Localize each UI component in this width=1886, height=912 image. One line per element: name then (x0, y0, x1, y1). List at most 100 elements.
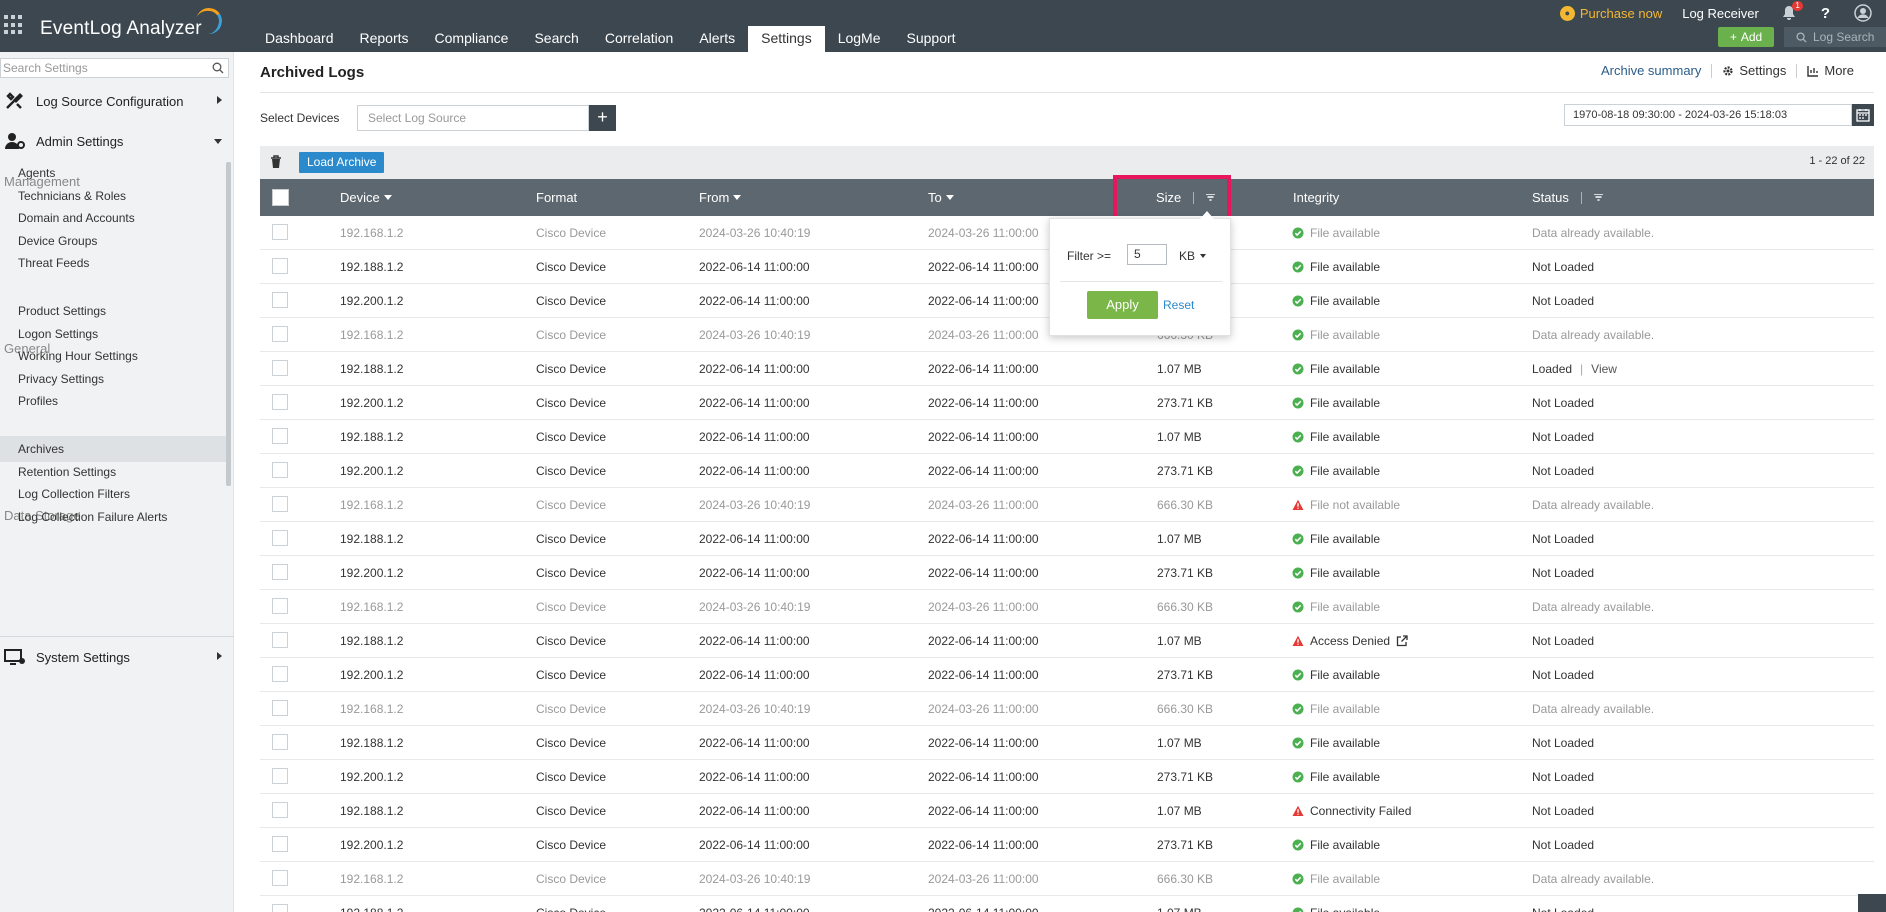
nav-tab-support[interactable]: Support (894, 26, 969, 52)
table-row[interactable]: 192.200.1.2 Cisco Device 2022-06-14 11:00:… (260, 556, 1874, 590)
system-settings-menu[interactable]: System Settings (0, 640, 234, 674)
table-row[interactable]: 192.188.1.2 Cisco Device 2022-06-14 11:00:… (260, 896, 1874, 912)
to-cell: 2022-06-14 11:00:00 (928, 735, 1039, 750)
row-checkbox[interactable] (272, 462, 288, 478)
help-button[interactable]: ? (1821, 5, 1830, 22)
search-icon (212, 62, 224, 74)
integrity-cell: File available (1292, 726, 1380, 759)
from-cell: 2022-06-14 11:00:00 (699, 896, 810, 912)
external-link-icon[interactable] (1396, 634, 1408, 647)
device-cell: 192.168.1.2 (340, 871, 404, 886)
table-row[interactable]: 192.188.1.2 Cisco Device 2022-06-14 11:00:… (260, 522, 1874, 556)
row-checkbox[interactable] (272, 530, 288, 546)
status-cell: Not Loaded (1532, 828, 1594, 861)
filter-size-input[interactable]: 5 (1127, 244, 1167, 265)
column-to[interactable]: To (928, 179, 954, 216)
nav-tab-search[interactable]: Search (521, 26, 591, 52)
nav-tab-logme[interactable]: LogMe (825, 26, 894, 52)
archive-summary-link[interactable]: Archive summary (1591, 63, 1711, 78)
sidebar-item-threat-feeds[interactable]: Threat Feeds (0, 250, 226, 276)
reset-link[interactable]: Reset (1163, 298, 1194, 312)
sidebar-item-log-collection-failure-alerts[interactable]: Log Collection Failure Alerts (0, 504, 226, 530)
add-log-source-button[interactable]: + (589, 105, 616, 131)
table-row[interactable]: 192.188.1.2 Cisco Device 2022-06-14 11:00:… (260, 726, 1874, 760)
nav-tab-reports[interactable]: Reports (347, 26, 422, 52)
row-checkbox[interactable] (272, 904, 288, 912)
date-range-picker[interactable]: 1970-08-18 09:30:00 - 2024-03-26 15:18:0… (1564, 104, 1852, 126)
delete-icon[interactable] (270, 155, 282, 169)
check-circle-icon (1292, 907, 1304, 912)
nav-tab-correlation[interactable]: Correlation (592, 26, 686, 52)
row-checkbox[interactable] (272, 598, 288, 614)
sidebar-item-profiles[interactable]: Profiles (0, 388, 226, 414)
status-cell: Not Loaded (1532, 760, 1594, 793)
table-row[interactable]: 192.168.1.2 Cisco Device 2024-03-26 10:40:… (260, 692, 1874, 726)
row-checkbox[interactable] (272, 564, 288, 580)
table-row[interactable]: 192.188.1.2 Cisco Device 2022-06-14 11:00:… (260, 624, 1874, 658)
status-cell: Not Loaded (1532, 522, 1594, 555)
check-circle-icon (1292, 601, 1304, 612)
row-checkbox[interactable] (272, 258, 288, 274)
table-row[interactable]: 192.188.1.2 Cisco Device 2022-06-14 11:00:… (260, 794, 1874, 828)
column-device[interactable]: Device (340, 179, 392, 216)
table-row[interactable]: 192.200.1.2 Cisco Device 2022-06-14 11:00:… (260, 658, 1874, 692)
more-menu[interactable]: More (1797, 63, 1864, 78)
view-link[interactable]: View (1591, 362, 1617, 376)
status-text: Loaded (1532, 361, 1573, 376)
nav-tab-dashboard[interactable]: Dashboard (252, 26, 347, 52)
row-checkbox[interactable] (272, 870, 288, 886)
column-integrity: Integrity (1293, 179, 1339, 216)
sidebar-scrollbar[interactable] (226, 162, 231, 486)
row-checkbox[interactable] (272, 428, 288, 444)
nav-tab-compliance[interactable]: Compliance (422, 26, 522, 52)
row-checkbox[interactable] (272, 836, 288, 852)
table-row[interactable]: 192.200.1.2 Cisco Device 2022-06-14 11:00:… (260, 386, 1874, 420)
row-checkbox[interactable] (272, 326, 288, 342)
apply-button[interactable]: Apply (1087, 291, 1158, 319)
column-from[interactable]: From (699, 179, 742, 216)
table-row[interactable]: 192.168.1.2 Cisco Device 2024-03-26 10:40:… (260, 862, 1874, 896)
device-cell: 192.168.1.2 (340, 327, 404, 342)
calendar-button[interactable] (1852, 104, 1874, 126)
select-all-checkbox[interactable] (272, 189, 289, 206)
log-receiver-link[interactable]: Log Receiver (1682, 6, 1759, 21)
table-row[interactable]: 192.168.1.2 Cisco Device 2024-03-26 10:40:… (260, 488, 1874, 522)
app-grid-icon[interactable] (4, 15, 24, 35)
filter-icon[interactable] (1593, 193, 1603, 202)
row-checkbox[interactable] (272, 394, 288, 410)
table-row[interactable]: 192.200.1.2 Cisco Device 2022-06-14 11:00:… (260, 454, 1874, 488)
nav-tab-alerts[interactable]: Alerts (686, 26, 748, 52)
settings-link[interactable]: Settings (1712, 63, 1796, 78)
purchase-now-link[interactable]: ● Purchase now (1559, 5, 1662, 21)
log-search-button[interactable]: Log Search (1784, 27, 1886, 47)
row-checkbox[interactable] (272, 700, 288, 716)
chat-icon[interactable] (1858, 894, 1886, 912)
row-checkbox[interactable] (272, 632, 288, 648)
table-row[interactable]: 192.168.1.2 Cisco Device 2024-03-26 10:40:… (260, 590, 1874, 624)
filter-unit-dropdown[interactable]: KB (1179, 249, 1207, 263)
row-checkbox[interactable] (272, 666, 288, 682)
log-source-configuration-menu[interactable]: Log Source Configuration (0, 84, 234, 118)
from-cell: 2022-06-14 11:00:00 (699, 667, 810, 682)
row-checkbox[interactable] (272, 734, 288, 750)
add-button[interactable]: + Add (1718, 27, 1774, 47)
row-checkbox[interactable] (272, 768, 288, 784)
admin-settings-menu[interactable]: Admin Settings (0, 124, 234, 158)
row-checkbox[interactable] (272, 360, 288, 376)
row-checkbox[interactable] (272, 496, 288, 512)
table-row[interactable]: 192.188.1.2 Cisco Device 2022-06-14 11:00:… (260, 352, 1874, 386)
integrity-cell: File available (1292, 658, 1380, 691)
load-archive-button[interactable]: Load Archive (299, 152, 385, 173)
table-row[interactable]: 192.188.1.2 Cisco Device 2022-06-14 11:00:… (260, 420, 1874, 454)
select-log-source-input[interactable]: Select Log Source (357, 105, 589, 131)
row-checkbox[interactable] (272, 802, 288, 818)
table-row[interactable]: 192.200.1.2 Cisco Device 2022-06-14 11:00:… (260, 828, 1874, 862)
user-profile-icon[interactable] (1854, 4, 1872, 22)
table-row[interactable]: 192.200.1.2 Cisco Device 2022-06-14 11:00:… (260, 760, 1874, 794)
nav-tab-settings[interactable]: Settings (748, 26, 825, 52)
settings-search-input[interactable]: Search Settings (0, 58, 229, 78)
row-checkbox[interactable] (272, 224, 288, 240)
column-status[interactable]: Status (1532, 179, 1603, 216)
notifications-button[interactable]: 1 (1781, 1, 1803, 21)
row-checkbox[interactable] (272, 292, 288, 308)
